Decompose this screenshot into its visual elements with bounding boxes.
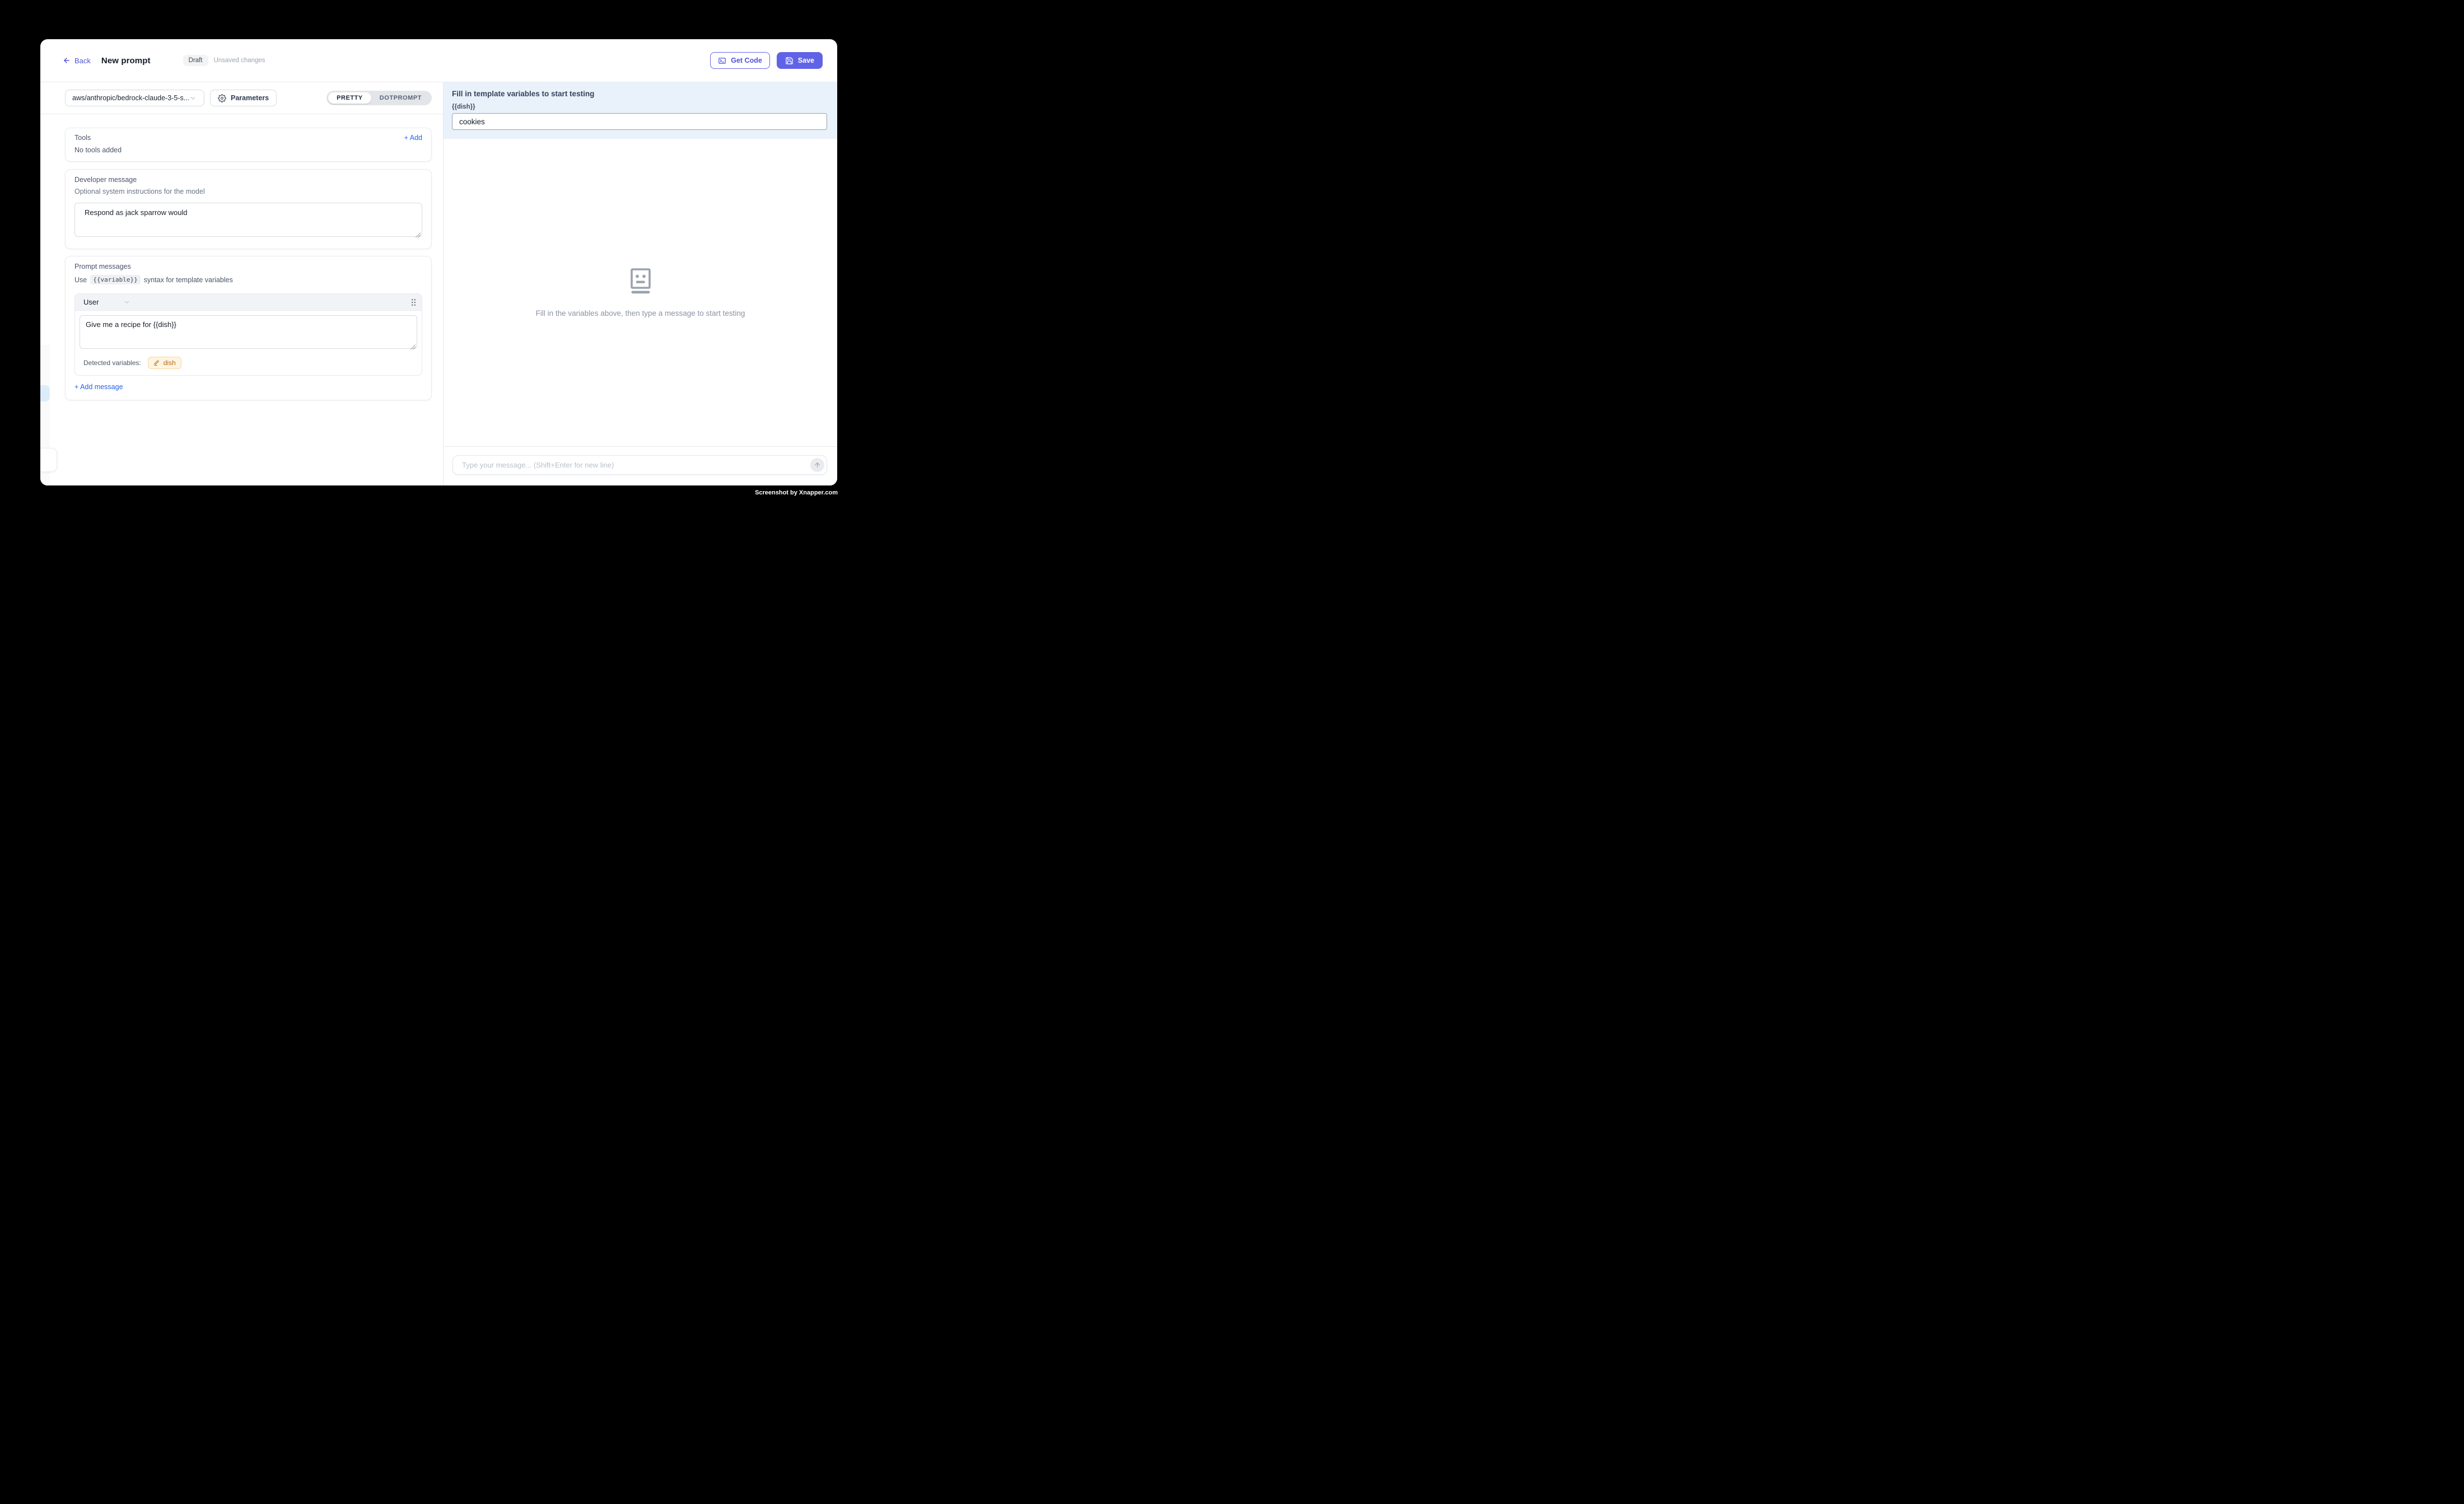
parameters-label: Parameters (231, 94, 269, 102)
tools-card: Tools + Add No tools added (65, 128, 432, 162)
back-button[interactable]: Back (63, 57, 91, 65)
arrow-left-icon (63, 57, 71, 64)
screenshot-stage: Back New prompt Draft Unsaved changes Ge… (0, 0, 878, 536)
unsaved-changes-text: Unsaved changes (214, 57, 265, 64)
chevron-down-icon (189, 95, 197, 102)
back-label: Back (74, 57, 91, 65)
save-label: Save (798, 57, 814, 64)
developer-message-subtitle: Optional system instructions for the mod… (74, 188, 422, 195)
get-code-label: Get Code (731, 57, 762, 64)
attribution-text: Screenshot by Xnapper.com (755, 489, 838, 496)
toggle-dotprompt[interactable]: DOTPROMPT (371, 92, 430, 104)
variable-chip-label: dish (164, 359, 176, 367)
prompt-messages-title: Prompt messages (74, 263, 422, 270)
variable-syntax-chip: {{variable}} (90, 275, 140, 284)
background-corner-card (40, 448, 57, 472)
drag-handle-icon[interactable] (411, 298, 416, 306)
developer-message-textarea[interactable]: Respond as jack sparrow would (74, 203, 422, 237)
variable-chip-dish[interactable]: dish (148, 357, 181, 369)
model-selector-value: aws/anthropic/bedrock-claude-3-5-s... (72, 94, 189, 102)
pencil-icon (153, 359, 160, 366)
prompt-messages-subtitle: Use {{variable}} syntax for template var… (74, 275, 422, 284)
test-panel: Fill in template variables to start test… (444, 82, 837, 485)
subtitle-prefix: Use (74, 276, 87, 284)
message-block: User Give me a recipe for {{d (74, 293, 422, 376)
template-variables-box: Fill in template variables to start test… (444, 82, 837, 139)
get-code-button[interactable]: Get Code (710, 52, 770, 69)
prompt-messages-card: Prompt messages Use {{variable}} syntax … (65, 256, 432, 400)
model-selector[interactable]: aws/anthropic/bedrock-claude-3-5-s... (65, 90, 204, 106)
subtitle-suffix: syntax for template variables (144, 276, 233, 284)
prompt-editor-window: Back New prompt Draft Unsaved changes Ge… (40, 39, 837, 485)
robot-face-icon (629, 268, 652, 295)
view-mode-toggle: PRETTY DOTPROMPT (326, 91, 432, 105)
add-message-button[interactable]: + Add message (74, 383, 123, 391)
toggle-pretty[interactable]: PRETTY (328, 92, 371, 104)
parameters-button[interactable]: Parameters (210, 90, 277, 106)
status-badge: Draft (183, 55, 208, 66)
save-button[interactable]: Save (777, 52, 823, 69)
message-body: Give me a recipe for {{dish}} (75, 311, 422, 352)
variable-value-input[interactable] (452, 113, 827, 130)
chat-empty-state: Fill in the variables above, then type a… (444, 139, 837, 446)
header: Back New prompt Draft Unsaved changes Ge… (40, 39, 837, 82)
chat-message-input[interactable] (452, 455, 827, 475)
detected-variables-row: Detected variables: dish (75, 352, 422, 375)
tools-title: Tools (74, 134, 91, 142)
editor-toolbar: aws/anthropic/bedrock-claude-3-5-s... Pa… (40, 82, 443, 114)
test-panel-title: Fill in template variables to start test… (452, 90, 827, 98)
save-icon (785, 57, 794, 65)
page-title: New prompt (101, 56, 151, 66)
terminal-icon (718, 57, 726, 65)
developer-message-card: Developer message Optional system instru… (65, 169, 432, 249)
detected-variables-label: Detected variables: (83, 359, 141, 367)
editor-panel: aws/anthropic/bedrock-claude-3-5-s... Pa… (40, 82, 444, 485)
arrow-up-icon (814, 461, 821, 469)
main-split: aws/anthropic/bedrock-claude-3-5-s... Pa… (40, 82, 837, 485)
message-textarea[interactable]: Give me a recipe for {{dish}} (80, 315, 417, 349)
send-message-button[interactable] (810, 458, 824, 472)
gear-icon (218, 94, 226, 102)
role-select-value[interactable]: User (83, 298, 99, 306)
developer-message-title: Developer message (74, 176, 422, 184)
tools-empty-text: No tools added (74, 146, 422, 154)
message-role-header: User (75, 294, 422, 311)
variable-name-label: {{dish}} (452, 104, 827, 110)
add-tool-button[interactable]: + Add (404, 134, 422, 142)
chevron-down-icon[interactable] (123, 298, 130, 306)
empty-state-text: Fill in the variables above, then type a… (536, 309, 745, 317)
background-sidebar-active-item[interactable] (40, 385, 50, 401)
chat-input-row (444, 446, 837, 485)
editor-content: Tools + Add No tools added Developer mes… (40, 114, 443, 485)
